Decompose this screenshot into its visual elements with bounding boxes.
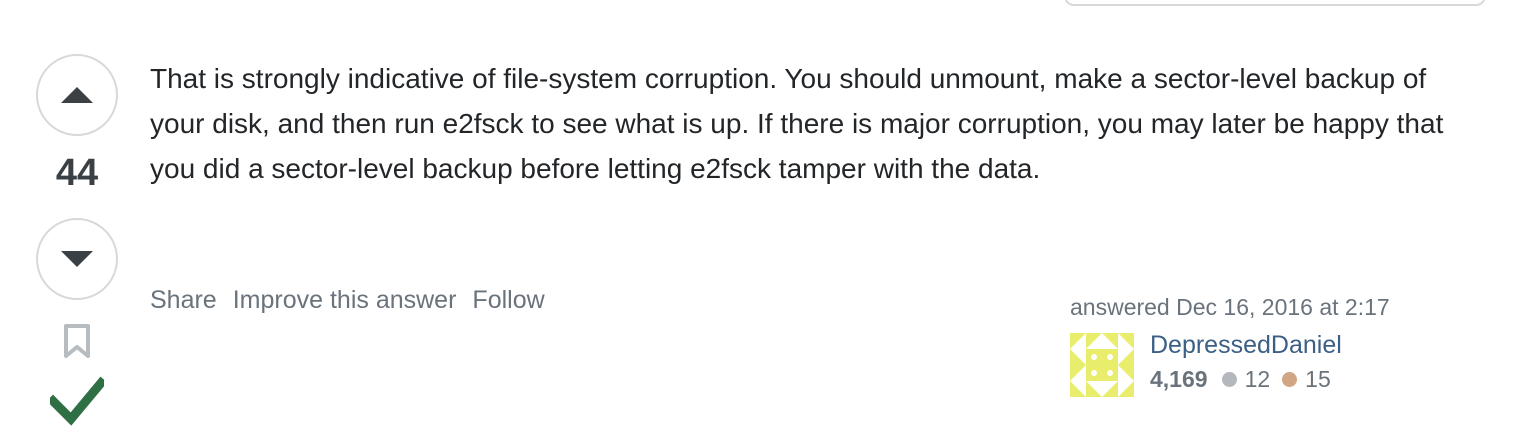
improve-answer-link[interactable]: Improve this answer	[233, 286, 457, 315]
bronze-badge-icon	[1282, 372, 1298, 387]
comment-box-edge	[1064, 0, 1486, 6]
silver-badge-icon	[1221, 372, 1237, 387]
user-stats: 4,169 12 15	[1150, 366, 1343, 393]
caret-up-icon	[61, 87, 93, 103]
follow-link[interactable]: Follow	[472, 286, 544, 315]
answer-post: 44 That is strongly indicative of file-s…	[0, 0, 1516, 440]
vote-count: 44	[55, 152, 99, 194]
share-link[interactable]: Share	[150, 286, 217, 315]
caret-down-icon	[61, 251, 93, 267]
bookmark-button[interactable]	[63, 323, 91, 364]
bronze-badge-count: 15	[1305, 366, 1331, 392]
downvote-button[interactable]	[36, 218, 118, 300]
post-menu: Share Improve this answer Follow	[150, 286, 545, 315]
bookmark-icon	[64, 324, 90, 358]
accepted-answer-indicator	[46, 374, 108, 433]
user-info: DepressedDaniel 4,169 12 15	[1070, 331, 1490, 397]
upvote-button[interactable]	[36, 54, 118, 136]
user-card: answered Dec 16, 2016 at 2:17 DepressedD…	[1070, 294, 1490, 397]
checkmark-icon	[46, 376, 108, 426]
avatar[interactable]	[1070, 333, 1134, 397]
user-name-link[interactable]: DepressedDaniel	[1150, 331, 1343, 360]
answer-body: That is strongly indicative of file-syst…	[150, 63, 1444, 184]
user-details: DepressedDaniel 4,169 12 15	[1150, 331, 1343, 397]
silver-badge-count: 12	[1244, 366, 1271, 392]
answered-timestamp: answered Dec 16, 2016 at 2:17	[1070, 294, 1390, 320]
reputation-score: 4,169	[1150, 366, 1208, 392]
